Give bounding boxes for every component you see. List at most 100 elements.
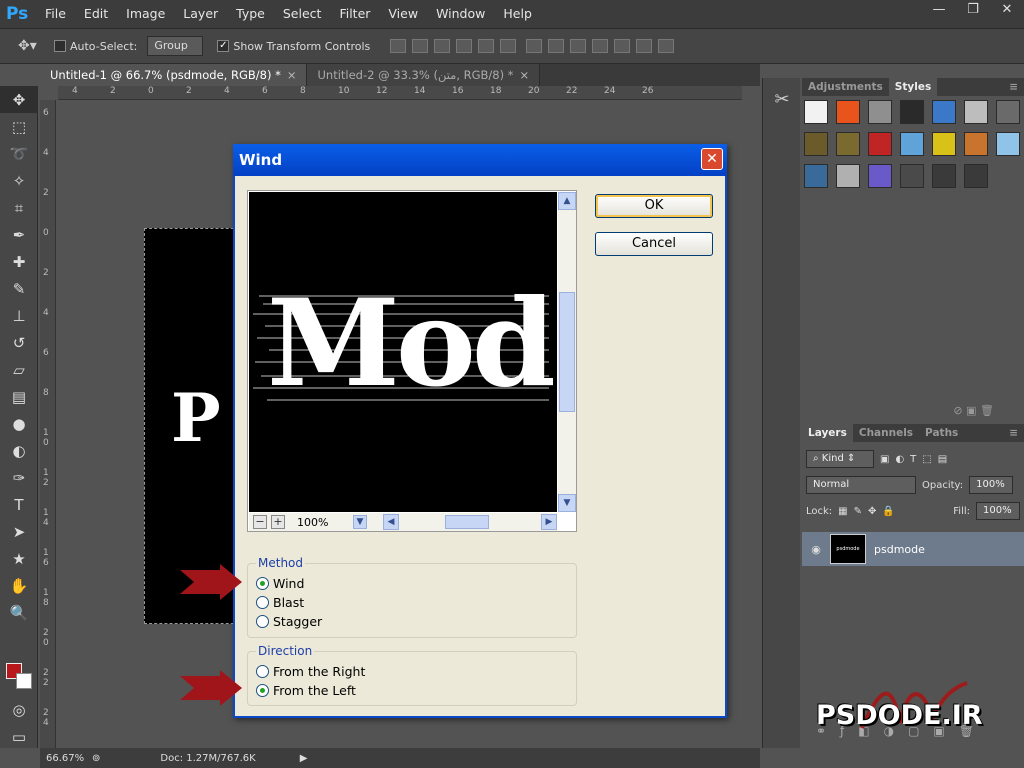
style-swatch[interactable] xyxy=(836,164,860,188)
style-swatch[interactable] xyxy=(868,164,892,188)
style-swatch[interactable] xyxy=(900,100,924,124)
auto-select-target-select[interactable]: Group xyxy=(147,36,204,56)
method-option-wind[interactable]: Wind xyxy=(256,574,568,593)
dodge-tool-icon[interactable]: ◐ xyxy=(0,437,38,464)
method-option-blast[interactable]: Blast xyxy=(256,593,568,612)
direction-option-left[interactable]: From the Left xyxy=(256,681,568,700)
style-swatch[interactable] xyxy=(964,164,988,188)
scroll-left-icon[interactable]: ◀ xyxy=(383,514,399,530)
screen-mode-icon[interactable]: ▭ xyxy=(0,723,38,750)
menu-view[interactable]: View xyxy=(379,0,427,28)
menu-help[interactable]: Help xyxy=(494,0,541,28)
distribute-hcenter-icon[interactable] xyxy=(614,39,631,53)
style-swatch[interactable] xyxy=(836,132,860,156)
method-option-stagger[interactable]: Stagger xyxy=(256,612,568,631)
distribute-right-icon[interactable] xyxy=(636,39,653,53)
move-tool-icon[interactable]: ✥ xyxy=(0,86,38,113)
tab-close-icon[interactable]: × xyxy=(287,68,297,82)
auto-select-option[interactable]: Auto-Select: xyxy=(54,40,137,53)
menu-type[interactable]: Type xyxy=(227,0,274,28)
status-menu-arrow-icon[interactable]: ▶ xyxy=(300,753,308,764)
restore-button[interactable]: ❐ xyxy=(956,0,990,20)
scroll-up-icon[interactable]: ▲ xyxy=(558,192,576,210)
distribute-top-icon[interactable] xyxy=(526,39,543,53)
blend-mode-select[interactable]: Normal xyxy=(806,476,916,494)
quick-mask-icon[interactable]: ◎ xyxy=(0,696,38,723)
menu-image[interactable]: Image xyxy=(117,0,174,28)
tab-channels[interactable]: Channels xyxy=(853,424,919,442)
style-swatch[interactable] xyxy=(964,132,988,156)
filter-kind-select[interactable]: ⌕ Kind ⇕ xyxy=(806,450,874,468)
lasso-tool-icon[interactable]: ➰ xyxy=(0,140,38,167)
style-swatch[interactable] xyxy=(964,100,988,124)
lock-icons[interactable]: ▦✎✥🔒 xyxy=(838,506,901,517)
style-swatch[interactable] xyxy=(932,100,956,124)
align-top-icon[interactable] xyxy=(390,39,407,53)
panel-menu-icon[interactable]: ≡ xyxy=(1003,78,1024,96)
distribute-left-icon[interactable] xyxy=(592,39,609,53)
zoom-dropdown-icon[interactable]: ▼ xyxy=(353,515,367,529)
menu-edit[interactable]: Edit xyxy=(75,0,117,28)
tab-styles[interactable]: Styles xyxy=(888,78,938,96)
quick-select-tool-icon[interactable]: ✧ xyxy=(0,167,38,194)
eraser-tool-icon[interactable]: ▱ xyxy=(0,356,38,383)
history-brush-tool-icon[interactable]: ↺ xyxy=(0,329,38,356)
layer-row[interactable]: ◉ psdmode psdmode xyxy=(802,532,1024,566)
crop-tool-icon[interactable]: ⌗ xyxy=(0,194,38,221)
style-swatch[interactable] xyxy=(900,164,924,188)
align-hcenter-icon[interactable] xyxy=(478,39,495,53)
dialog-close-button[interactable]: ✕ xyxy=(701,148,723,170)
vertical-scroll-thumb[interactable] xyxy=(559,292,575,412)
filter-icons[interactable]: ▣◐T⬚▤ xyxy=(880,454,953,465)
scroll-right-icon[interactable]: ▶ xyxy=(541,514,557,530)
marquee-tool-icon[interactable]: ⬚ xyxy=(0,113,38,140)
blur-tool-icon[interactable]: ● xyxy=(0,410,38,437)
horizontal-scroll-thumb[interactable] xyxy=(445,515,489,529)
radio-stagger[interactable] xyxy=(256,615,269,628)
auto-select-checkbox[interactable] xyxy=(54,40,66,52)
background-color-swatch[interactable] xyxy=(16,673,32,689)
tab-close-icon[interactable]: × xyxy=(520,68,530,82)
zoom-tool-icon[interactable]: 🔍 xyxy=(0,599,38,626)
status-zoom[interactable]: 66.67% xyxy=(40,753,92,764)
tool-presets-icon[interactable]: ✂ xyxy=(763,82,801,118)
preview-image[interactable]: Mod xyxy=(249,192,557,512)
style-swatch[interactable] xyxy=(868,100,892,124)
type-tool-icon[interactable]: T xyxy=(0,491,38,518)
tab-layers[interactable]: Layers xyxy=(802,424,853,442)
menu-select[interactable]: Select xyxy=(274,0,331,28)
tab-untitled-2[interactable]: Untitled-2 @ 33.3% (متن, RGB/8) * × xyxy=(307,64,541,86)
minimize-button[interactable]: — xyxy=(922,0,956,20)
zoom-in-button[interactable]: + xyxy=(271,515,285,529)
path-select-tool-icon[interactable]: ➤ xyxy=(0,518,38,545)
status-share-icon[interactable]: ⊚ xyxy=(92,753,100,764)
align-bottom-icon[interactable] xyxy=(434,39,451,53)
ok-button[interactable]: OK xyxy=(595,194,713,218)
scroll-down-icon[interactable]: ▼ xyxy=(558,494,576,512)
show-transform-checkbox[interactable]: ✓ xyxy=(217,40,230,52)
visibility-eye-icon[interactable]: ◉ xyxy=(802,543,830,556)
show-transform-option[interactable]: ✓ Show Transform Controls xyxy=(217,40,370,53)
zoom-out-button[interactable]: − xyxy=(253,515,267,529)
align-right-icon[interactable] xyxy=(500,39,517,53)
style-swatch[interactable] xyxy=(836,100,860,124)
tab-paths[interactable]: Paths xyxy=(919,424,964,442)
preview-horizontal-scrollbar[interactable]: ◀ ▶ xyxy=(383,514,557,530)
radio-from-right[interactable] xyxy=(256,665,269,678)
direction-option-right[interactable]: From the Right xyxy=(256,662,568,681)
menu-window[interactable]: Window xyxy=(427,0,494,28)
radio-from-left[interactable] xyxy=(256,684,269,697)
radio-wind[interactable] xyxy=(256,577,269,590)
gradient-tool-icon[interactable]: ▤ xyxy=(0,383,38,410)
style-swatch[interactable] xyxy=(996,100,1020,124)
move-tool-preset-icon[interactable]: ✥▾ xyxy=(18,38,54,54)
style-swatch[interactable] xyxy=(804,164,828,188)
style-swatch[interactable] xyxy=(804,132,828,156)
distribute-bottom-icon[interactable] xyxy=(570,39,587,53)
tab-untitled-1[interactable]: Untitled-1 @ 66.7% (psdmode, RGB/8) * × xyxy=(40,64,308,86)
radio-blast[interactable] xyxy=(256,596,269,609)
style-swatch[interactable] xyxy=(932,132,956,156)
menu-layer[interactable]: Layer xyxy=(174,0,227,28)
window-close-button[interactable]: ✕ xyxy=(990,0,1024,20)
auto-align-icon[interactable] xyxy=(658,39,675,53)
